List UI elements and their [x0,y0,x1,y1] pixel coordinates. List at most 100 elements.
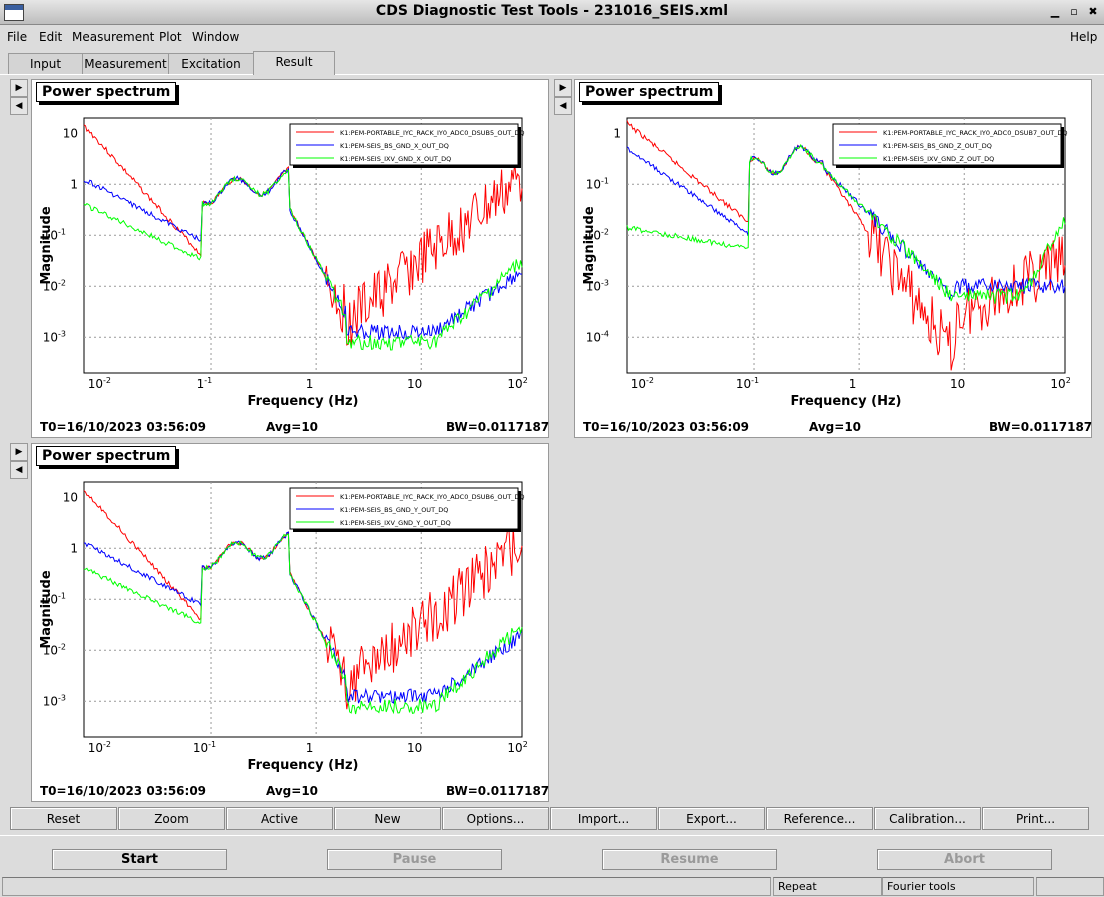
minimize-icon[interactable]: ▁ [1047,4,1063,20]
close-icon[interactable]: ✖ [1085,4,1101,20]
legend-entry: K1:PEM-SEIS_IXV_GND_X_OUT_DQ [340,155,451,163]
plot-t0-label: T0=16/10/2023 03:56:09 [583,420,750,434]
y-tick-label: 1 [613,126,621,140]
y-axis-label: Magnitude [39,206,54,285]
legend-entry: K1:PEM-PORTABLE_IYC_RACK_IY0_ADC0_DSUB6_… [340,493,525,501]
y-tick-label: 10-4 [586,329,609,344]
spectrum-chart: 10-2 10-1 1 10 102110-110-210-310-4Frequency… [582,117,1071,409]
x-tick-label: 10-2 [88,740,111,755]
title-bar: CDS Diagnostic Test Tools - 231016_SEIS.… [0,0,1104,25]
legend-entry: K1:PEM-PORTABLE_IYC_RACK_IY0_ADC0_DSUB7_… [883,129,1068,137]
tab-measurement[interactable]: Measurement [82,53,169,74]
tab-input[interactable]: Input [8,53,83,74]
status-repeat: Repeat [773,877,882,896]
x-axis-label: Frequency (Hz) [791,394,902,409]
tick-exponent: -2 [58,642,66,651]
tab-result[interactable]: Result [253,51,335,75]
options-button[interactable]: Options... [442,807,549,830]
menu-file[interactable]: File [7,30,27,44]
x-tick-label: 10-1 [193,740,216,755]
plot-t0-label: T0=16/10/2023 03:56:09 [40,784,207,798]
calibration-button[interactable]: Calibration... [874,807,981,830]
x-tick-label: 10 [407,741,422,755]
menu-plot[interactable]: Plot [159,30,182,44]
expand-left-icon[interactable]: ◀ [10,97,28,115]
status-field [2,877,771,896]
pause-button[interactable]: Pause [327,849,502,870]
tab-bar: Input Measurement Excitation Result [0,50,1104,75]
x-tick-label: 10-2 [88,376,111,391]
menu-bar: File Edit Measurement Plot Window Help [0,25,1104,49]
tick-exponent: 2 [523,376,528,385]
tick-exponent: -2 [601,227,609,236]
tick-exponent: -3 [58,329,66,338]
legend-entry: K1:PEM-SEIS_IXV_GND_Y_OUT_DQ [340,519,451,527]
tick-exponent: -2 [103,740,111,749]
print-button[interactable]: Print... [982,807,1089,830]
spectrum-chart: 10-2 1-1 1 10 10210110-110-210-3Frequency (H… [39,117,528,409]
status-fourier-tools: Fourier tools [882,877,1034,896]
zoom-button[interactable]: Zoom [118,807,225,830]
tick-exponent: -4 [601,329,609,338]
tick-exponent: -3 [58,693,66,702]
status-extra [1036,877,1104,896]
separator [0,835,1104,836]
y-tick-label: 10-3 [43,693,66,708]
x-tick-label: 10-1 [736,376,759,391]
reference-button[interactable]: Reference... [766,807,873,830]
tick-exponent: -1 [58,591,66,600]
expand-right-icon[interactable]: ▶ [10,79,28,97]
abort-button[interactable]: Abort [877,849,1052,870]
x-axis-label: Frequency (Hz) [248,758,359,773]
new-button[interactable]: New [334,807,441,830]
legend-entry: K1:PEM-SEIS_BS_GND_X_OUT_DQ [340,142,449,150]
tick-exponent: -1 [204,376,212,385]
legend-entry: K1:PEM-SEIS_IXV_GND_Z_OUT_DQ [883,155,994,163]
import-button[interactable]: Import... [550,807,657,830]
window-title: CDS Diagnostic Test Tools - 231016_SEIS.… [375,3,729,19]
tick-exponent: 2 [523,740,528,749]
expand-left-icon[interactable]: ◀ [554,97,572,115]
export-button[interactable]: Export... [658,807,765,830]
tick-exponent: -3 [601,278,609,287]
menu-edit[interactable]: Edit [39,30,62,44]
expand-right-icon[interactable]: ▶ [10,443,28,461]
x-tick-label: 1 [306,377,314,391]
expand-right-icon[interactable]: ▶ [554,79,572,97]
expand-left-icon[interactable]: ◀ [10,461,28,479]
menu-help[interactable]: Help [1070,30,1097,44]
y-axis-label: Magnitude [39,570,54,649]
legend-entry: K1:PEM-PORTABLE_IYC_RACK_IY0_ADC0_DSUB5_… [340,129,525,137]
tick-exponent: -1 [208,740,216,749]
menu-measurement[interactable]: Measurement [72,30,154,44]
x-tick-label: 10 [950,377,965,391]
tick-exponent: 2 [1066,376,1071,385]
legend-entry: K1:PEM-SEIS_BS_GND_Y_OUT_DQ [340,506,448,514]
tick-exponent: -2 [58,278,66,287]
x-tick-label: 10 [407,377,422,391]
legend-entry: K1:PEM-SEIS_BS_GND_Z_OUT_DQ [883,142,992,150]
active-button[interactable]: Active [226,807,333,830]
plot-avg-label: Avg=10 [809,420,862,434]
y-tick-label: 10 [63,126,78,140]
plot-panel[interactable]: Power spectrum T0=16/10/2023 03:56:09 Avg=… [574,79,1092,438]
plot-t0-label: T0=16/10/2023 03:56:09 [40,420,207,434]
tick-exponent: -1 [58,227,66,236]
plot-bw-label: BW=0.0117187 [446,784,550,798]
x-tick-label: 1 [849,377,857,391]
x-tick-label: 1 [306,741,314,755]
x-tick-label: 10-2 [631,376,654,391]
menu-window[interactable]: Window [192,30,239,44]
y-tick-label: 1 [70,541,78,555]
plot-bw-label: BW=0.0117187 [446,420,550,434]
maximize-icon[interactable]: ▫ [1066,4,1082,20]
tick-exponent: -1 [751,376,759,385]
resume-button[interactable]: Resume [602,849,777,870]
plot-panel[interactable]: Power spectrum T0=16/10/2023 03:56:09 Avg=… [31,79,549,438]
start-button[interactable]: Start [52,849,227,870]
y-tick-label: 10-3 [43,329,66,344]
tab-excitation[interactable]: Excitation [168,53,254,74]
tick-exponent: -2 [646,376,654,385]
plot-panel[interactable]: Power spectrum T0=16/10/2023 03:56:09 Avg=… [31,443,549,802]
reset-button[interactable]: Reset [10,807,117,830]
